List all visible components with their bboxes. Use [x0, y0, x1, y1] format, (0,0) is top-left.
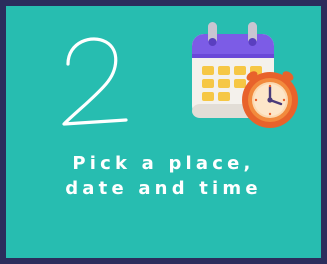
- caption-line-1: Pick a place,: [72, 153, 255, 174]
- step-number: 2: [54, 20, 134, 130]
- step-number-glyph: [62, 37, 128, 126]
- step-card: 2: [6, 6, 321, 258]
- calendar-clock-icon: [182, 14, 302, 132]
- step-caption: Pick a place, date and time: [6, 151, 321, 201]
- caption-line-2: date and time: [65, 178, 262, 199]
